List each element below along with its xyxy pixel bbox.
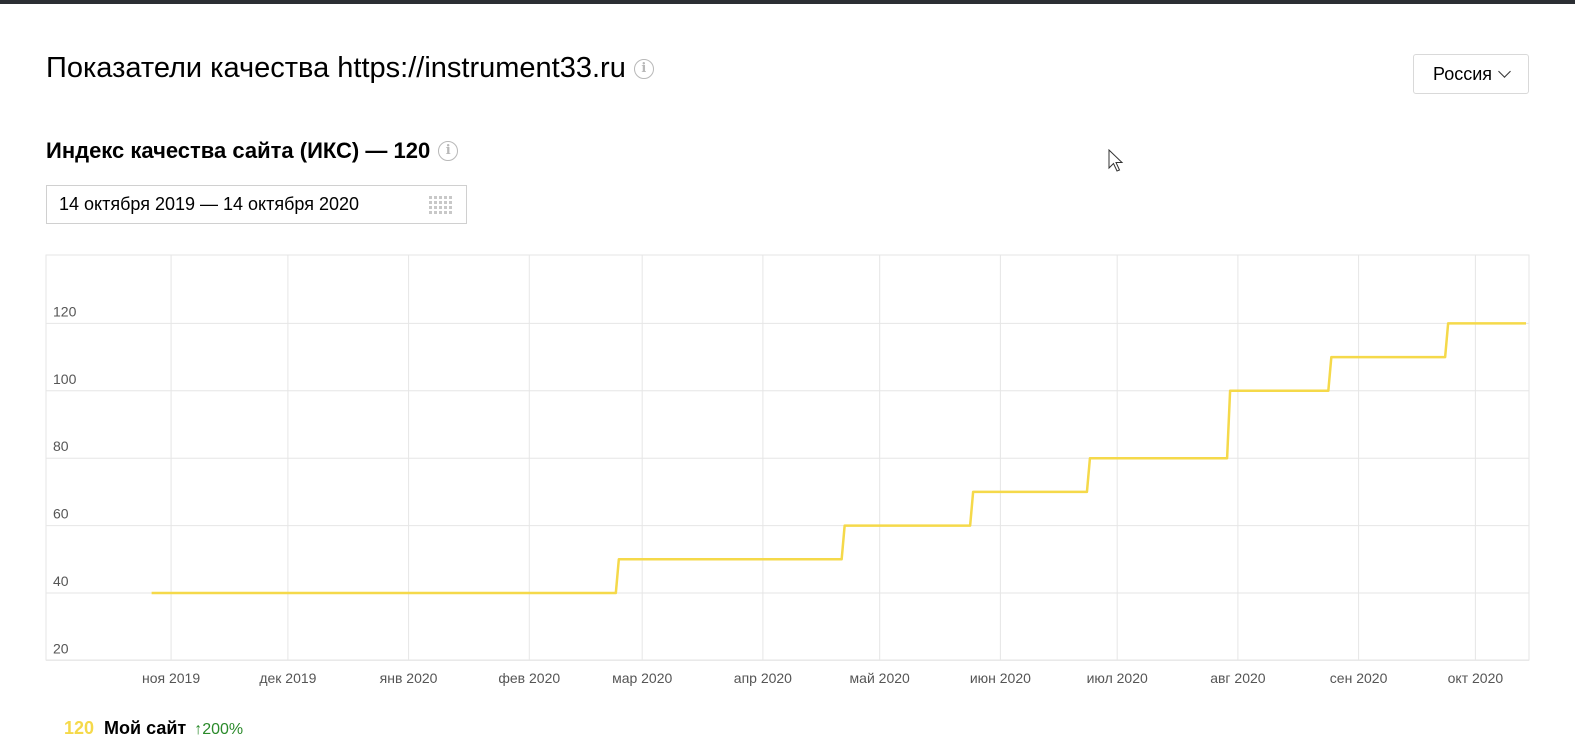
x-tick-label: апр 2020: [734, 670, 792, 686]
x-tick-label: дек 2019: [259, 670, 316, 686]
y-tick-label: 80: [53, 438, 69, 454]
x-tick-label: июл 2020: [1087, 670, 1148, 686]
legend-series-name[interactable]: Мой сайт: [104, 718, 186, 739]
x-tick-label: июн 2020: [970, 670, 1031, 686]
x-tick-label: окт 2020: [1448, 670, 1504, 686]
y-tick-label: 120: [53, 303, 77, 319]
y-tick-label: 60: [53, 506, 69, 522]
chart-legend: 120 Мой сайт ↑200%: [64, 718, 243, 739]
mouse-cursor-icon: [1108, 149, 1124, 172]
legend-value: 120: [64, 718, 95, 738]
y-tick-label: 20: [53, 640, 69, 656]
legend-change-badge: ↑200%: [194, 721, 244, 738]
x-tick-label: май 2020: [850, 670, 910, 686]
iks-chart: 20 40 60 80 100 120 ноя 2019 дек 2019 янв 2020 фе…: [45, 254, 1530, 686]
x-tick-label: фев 2020: [498, 670, 560, 686]
x-tick-label: сен 2020: [1330, 670, 1388, 686]
chart-plot-area: [45, 254, 1530, 661]
x-tick-label: авг 2020: [1210, 670, 1266, 686]
x-tick-label: ноя 2019: [142, 670, 200, 686]
x-tick-label: мар 2020: [612, 670, 672, 686]
x-tick-label: янв 2020: [380, 670, 438, 686]
y-tick-label: 40: [53, 573, 69, 589]
y-tick-label: 100: [53, 371, 77, 387]
